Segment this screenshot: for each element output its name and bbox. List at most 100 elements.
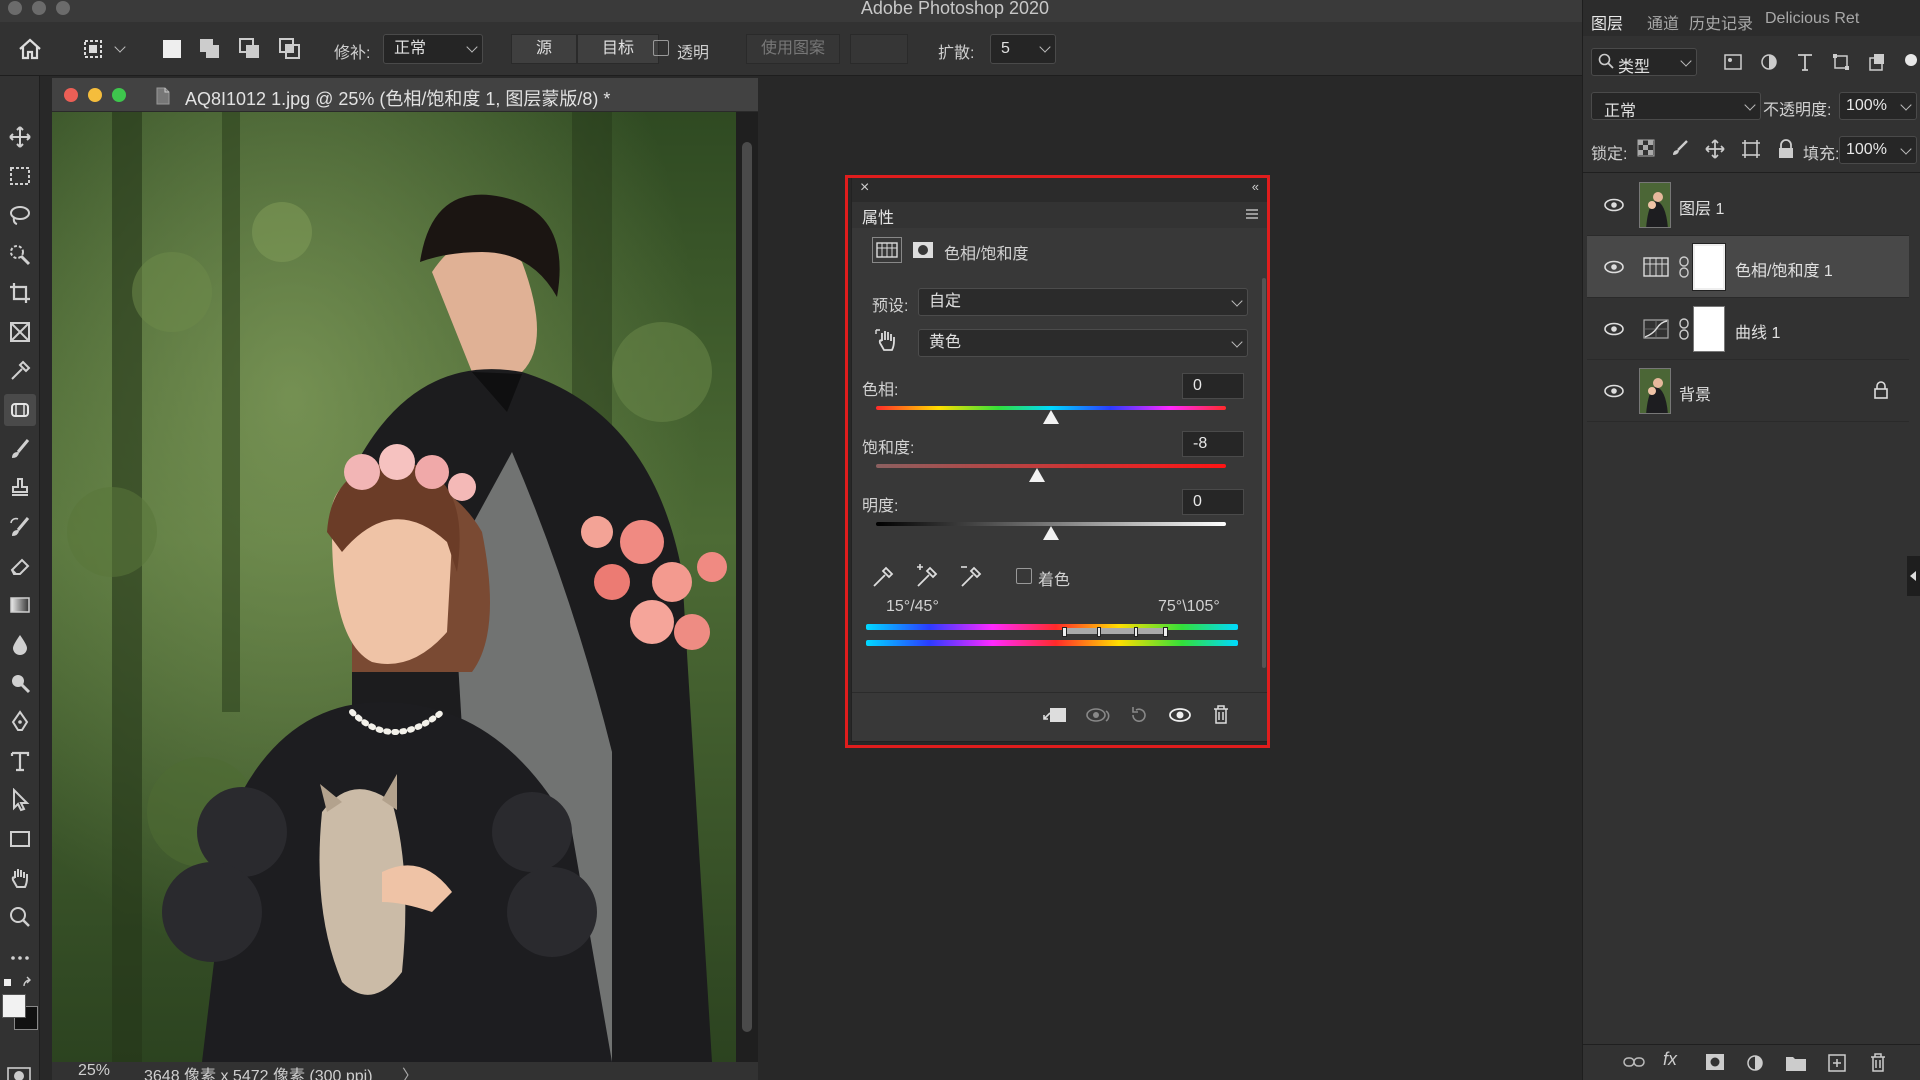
adjustment-icon[interactable] xyxy=(872,237,902,263)
frame-tool-icon[interactable] xyxy=(4,316,36,348)
link-icon[interactable] xyxy=(1679,318,1689,340)
home-icon[interactable] xyxy=(12,35,48,63)
new-group-icon[interactable] xyxy=(1785,1054,1807,1072)
colorize-checkbox[interactable] xyxy=(1016,568,1032,584)
wedding-photo[interactable] xyxy=(52,112,736,1062)
reset-adjustment-icon[interactable] xyxy=(1128,705,1148,725)
filter-type-icon[interactable] xyxy=(1795,52,1815,72)
clone-stamp-tool-icon[interactable] xyxy=(4,472,36,504)
target-button[interactable]: 目标 xyxy=(577,34,659,64)
quick-selection-tool-icon[interactable] xyxy=(4,238,36,270)
color-range-band[interactable] xyxy=(1064,628,1166,634)
zoom-level[interactable]: 25% xyxy=(78,1062,110,1080)
targeted-adjustment-hand-icon[interactable] xyxy=(874,328,898,354)
lock-icon[interactable] xyxy=(1873,380,1889,400)
eyedropper-plus-icon[interactable] xyxy=(914,562,942,590)
doc-zoom-button[interactable] xyxy=(112,88,126,102)
filter-adjustment-icon[interactable] xyxy=(1759,52,1779,72)
hand-tool-icon[interactable] xyxy=(4,862,36,894)
new-layer-icon[interactable] xyxy=(1827,1053,1847,1073)
link-layers-icon[interactable] xyxy=(1623,1053,1645,1071)
filter-shape-icon[interactable] xyxy=(1831,52,1851,72)
layer-row-selected[interactable]: 色相/饱和度 1 xyxy=(1587,236,1909,298)
layer-visibility-icon[interactable] xyxy=(1603,322,1625,336)
delete-adjustment-icon[interactable] xyxy=(1212,704,1230,724)
crop-tool-icon[interactable] xyxy=(4,277,36,309)
chevron-right-icon[interactable]: 〉 xyxy=(402,1062,418,1080)
link-icon[interactable] xyxy=(1679,256,1689,278)
gradient-tool-icon[interactable] xyxy=(4,589,36,621)
filter-toggle[interactable] xyxy=(1905,54,1917,66)
panel-scrollbar[interactable] xyxy=(1262,278,1266,668)
layer-style-fx-icon[interactable]: fx xyxy=(1663,1049,1677,1070)
eyedropper-minus-icon[interactable] xyxy=(958,562,986,590)
patch-tool-preset-icon[interactable] xyxy=(76,35,110,63)
preset-chevron-icon[interactable] xyxy=(114,41,126,53)
hue-value-input[interactable]: 0 xyxy=(1182,373,1244,399)
history-brush-tool-icon[interactable] xyxy=(4,511,36,543)
layer-filter-select[interactable]: 类型 xyxy=(1591,48,1697,76)
layer-mask-thumbnail[interactable] xyxy=(1693,306,1725,352)
lock-position-icon[interactable] xyxy=(1705,139,1725,159)
rectangle-tool-icon[interactable] xyxy=(4,823,36,855)
preset-select[interactable]: 自定 xyxy=(918,288,1248,316)
new-adjustment-layer-icon[interactable] xyxy=(1745,1053,1765,1073)
tab-channels[interactable]: 通道 xyxy=(1647,10,1679,34)
filter-pixel-icon[interactable] xyxy=(1723,52,1743,72)
doc-minimize-button[interactable] xyxy=(88,88,102,102)
range-handle-inner-right[interactable] xyxy=(1134,627,1138,637)
foreground-color-swatch[interactable] xyxy=(2,994,26,1018)
diffusion-select[interactable]: 5 xyxy=(990,34,1056,64)
fill-input[interactable]: 100% xyxy=(1839,136,1917,164)
layer-visibility-icon[interactable] xyxy=(1603,384,1625,398)
add-mask-icon[interactable] xyxy=(1705,1053,1725,1071)
zoom-tool-icon[interactable] xyxy=(4,901,36,933)
layer-visibility-icon[interactable] xyxy=(1603,198,1625,212)
close-panel-icon[interactable]: × xyxy=(860,179,869,197)
lasso-tool-icon[interactable] xyxy=(4,199,36,231)
path-selection-tool-icon[interactable] xyxy=(4,784,36,816)
panel-menu-icon[interactable] xyxy=(1245,208,1259,220)
swap-colors-icon[interactable] xyxy=(2,976,38,990)
layer-row[interactable]: 背景 xyxy=(1587,360,1909,422)
move-tool-icon[interactable] xyxy=(4,121,36,153)
range-handle-inner-left[interactable] xyxy=(1097,627,1101,637)
saturation-slider-track[interactable] xyxy=(876,464,1226,468)
eyedropper-icon[interactable] xyxy=(870,562,898,590)
clip-to-layer-icon[interactable] xyxy=(1042,705,1068,725)
doc-close-button[interactable] xyxy=(64,88,78,102)
more-tools-icon[interactable] xyxy=(4,942,36,974)
lock-all-icon[interactable] xyxy=(1777,139,1795,159)
toggle-visibility-icon[interactable] xyxy=(1168,705,1192,725)
hue-slider-thumb[interactable] xyxy=(1043,410,1059,424)
transparent-checkbox[interactable] xyxy=(653,40,669,56)
view-previous-state-icon[interactable] xyxy=(1084,705,1112,725)
channel-select[interactable]: 黄色 xyxy=(918,329,1248,357)
range-handle-left[interactable] xyxy=(1062,627,1067,637)
type-tool-icon[interactable] xyxy=(4,745,36,777)
blur-tool-icon[interactable] xyxy=(4,628,36,660)
mask-icon[interactable] xyxy=(910,238,936,262)
blend-mode-select[interactable]: 正常 xyxy=(1591,92,1761,120)
marquee-tool-icon[interactable] xyxy=(4,160,36,192)
layer-visibility-icon[interactable] xyxy=(1603,260,1625,274)
layer-row[interactable]: 图层 1 xyxy=(1587,174,1909,236)
tab-delicious-retouch[interactable]: Delicious Ret xyxy=(1765,10,1859,28)
lightness-value-input[interactable]: 0 xyxy=(1182,489,1244,515)
repair-mode-select[interactable]: 正常 xyxy=(383,34,483,64)
saturation-slider-thumb[interactable] xyxy=(1029,468,1045,482)
tab-layers[interactable]: 图层 xyxy=(1591,10,1623,34)
lock-transparent-icon[interactable] xyxy=(1637,139,1655,157)
filter-smart-object-icon[interactable] xyxy=(1867,52,1887,72)
subtract-selection-icon[interactable] xyxy=(236,35,264,63)
dodge-tool-icon[interactable] xyxy=(4,667,36,699)
pattern-picker[interactable] xyxy=(850,34,908,64)
vertical-scrollbar[interactable] xyxy=(742,142,752,1032)
source-button[interactable]: 源 xyxy=(511,34,577,64)
layer-mask-thumbnail[interactable] xyxy=(1692,243,1726,291)
collapse-panel-icon[interactable]: « xyxy=(1252,179,1259,194)
panel-collapse-handle[interactable] xyxy=(1907,556,1920,596)
use-pattern-button[interactable]: 使用图案 xyxy=(746,34,840,64)
quick-mask-icon[interactable] xyxy=(6,1066,32,1080)
intersect-selection-icon[interactable] xyxy=(276,35,304,63)
